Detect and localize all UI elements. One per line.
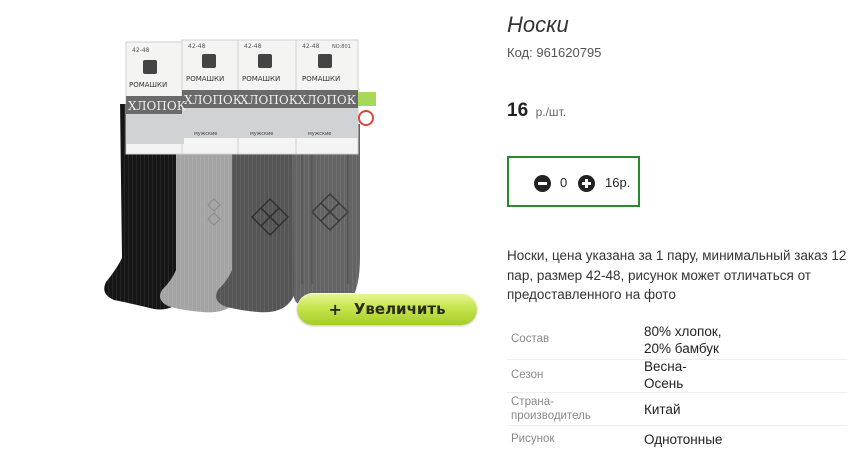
quantity-total: 16р.: [605, 175, 631, 190]
label-article: NO:801: [332, 44, 351, 50]
product-title: Носки: [507, 12, 569, 37]
attr-label-season: Сезон: [511, 369, 544, 381]
attr-value-line: Китай: [644, 402, 681, 417]
zoom-button[interactable]: + Увеличить: [297, 293, 477, 325]
attr-label-composition: Состав: [511, 333, 550, 345]
quantity-value[interactable]: 0: [560, 175, 567, 190]
attr-value-line: 20% бамбук: [644, 341, 719, 356]
label-brand-3: РОМАШКИ: [242, 75, 280, 83]
product-description: Носки, цена указана за 1 пару, минимальн…: [507, 248, 847, 302]
attr-value-pattern: Однотонные: [644, 431, 744, 448]
label-brand-4: РОМАШКИ: [302, 75, 340, 83]
plus-circle-icon[interactable]: [578, 175, 595, 192]
price-unit: р./шт.: [535, 105, 567, 119]
product-price: 16 р./шт.: [507, 100, 566, 122]
label-material-4: ХЛОПОК: [298, 93, 357, 107]
price-value: 16: [507, 100, 529, 121]
label-size-2: 42-48: [188, 43, 206, 50]
product-code-label: Код:: [507, 45, 533, 60]
attr-label-country: Страна- производитель: [511, 395, 631, 423]
product-photo[interactable]: 42-48 42-48 42-48 42-48 NO:801 РОМАШКИ Р…: [96, 34, 400, 324]
zoom-button-label: Увеличить: [353, 300, 446, 318]
quantity-stepper: 0 16р.: [507, 156, 640, 207]
plus-icon: +: [328, 299, 342, 319]
attr-label-pattern: Рисунок: [511, 433, 555, 445]
attr-value-line: Однотонные: [644, 432, 723, 447]
label-line-3: мужские: [250, 131, 273, 137]
minus-circle-icon[interactable]: [534, 175, 551, 192]
attr-value-line: 80% хлопок,: [644, 324, 722, 339]
label-line-4: мужские: [308, 131, 331, 137]
label-brand-1: РОМАШКИ: [129, 81, 167, 89]
divider: [507, 425, 847, 426]
attr-label-line: Страна-: [511, 396, 554, 408]
product-code-value: 961620795: [536, 45, 602, 60]
attr-value-line: Весна-: [644, 359, 687, 374]
label-material-2: ХЛОПОК: [184, 93, 243, 107]
label-material-1: ХЛОПОК: [128, 99, 187, 113]
label-size-3: 42-48: [244, 43, 262, 50]
divider: [507, 392, 847, 393]
attr-value-country: Китай: [644, 401, 744, 418]
attr-value-line: Осень: [644, 376, 684, 391]
label-line-2: мужские: [194, 131, 217, 137]
label-size-1: 42-48: [132, 47, 150, 54]
product-code: Код: 961620795: [507, 45, 601, 60]
attr-label-line: производитель: [511, 410, 591, 422]
attr-value-composition: 80% хлопок, 20% бамбук: [644, 323, 744, 357]
label-brand-2: РОМАШКИ: [186, 75, 224, 83]
label-material-3: ХЛОПОК: [240, 93, 299, 107]
attr-value-season: Весна- Осень: [644, 358, 744, 392]
label-size-4: 42-48: [302, 43, 320, 50]
